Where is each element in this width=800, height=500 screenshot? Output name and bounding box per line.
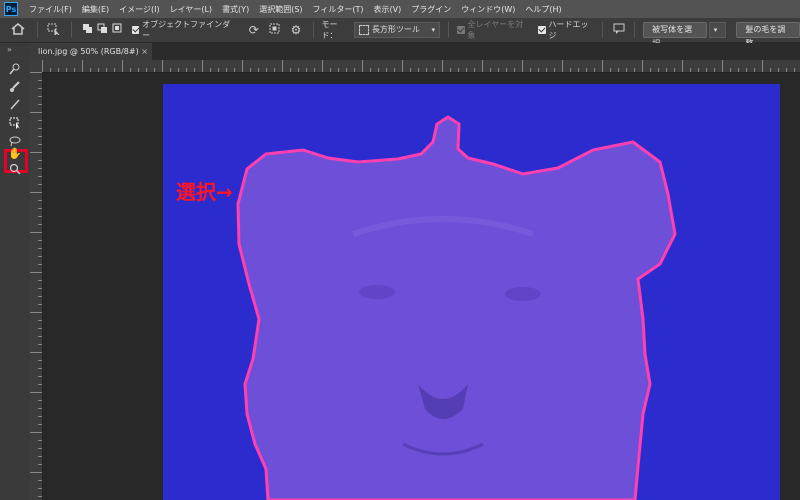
ruler-corner — [30, 60, 42, 72]
divider — [70, 22, 72, 38]
hard-edge-checkbox[interactable] — [537, 26, 546, 34]
zoom-icon[interactable] — [7, 163, 23, 177]
close-icon[interactable]: × — [141, 43, 148, 60]
selection-outline — [236, 115, 677, 500]
new-selection-icon[interactable] — [80, 23, 95, 37]
chevron-down-icon: ▾ — [713, 26, 718, 34]
menu-file[interactable]: ファイル(F) — [24, 4, 77, 15]
divider — [36, 22, 38, 38]
options-bar: オブジェクトファインダー ⟳ ⚙ モード： 長方形ツール ▾ 全レイヤーを対象 … — [0, 18, 800, 48]
collapse-panel-icon[interactable]: » — [7, 45, 12, 54]
select-subject-button[interactable]: 被写体を選択 — [643, 22, 707, 48]
gear-icon[interactable]: ⚙ — [287, 23, 304, 37]
sample-all-layers-label: 全レイヤーを対象 — [467, 20, 524, 40]
menu-view[interactable]: 表示(V) — [369, 4, 407, 15]
horizontal-ruler — [42, 60, 800, 73]
menu-help[interactable]: ヘルプ(H) — [520, 4, 566, 15]
object-finder-option[interactable]: オブジェクトファインダー — [131, 19, 234, 41]
chevron-down-icon: ▾ — [431, 26, 435, 34]
object-finder-checkbox[interactable] — [131, 26, 140, 34]
photoshop-logo: Ps — [4, 2, 18, 16]
divider — [447, 22, 449, 38]
mode-dropdown-value: 長方形ツール — [371, 25, 420, 34]
menu-type[interactable]: 書式(Y) — [217, 4, 254, 15]
menu-plugins[interactable]: プラグイン — [406, 4, 456, 15]
mode-label: モード： — [321, 20, 338, 40]
pencil-icon[interactable] — [7, 99, 23, 113]
menu-image[interactable]: イメージ(I) — [114, 4, 164, 15]
vertical-ruler — [30, 72, 43, 500]
object-selection-icon[interactable] — [7, 117, 23, 131]
add-to-selection-icon[interactable] — [95, 23, 110, 37]
lion-image[interactable] — [163, 84, 780, 500]
hand-icon[interactable]: ✋ — [7, 147, 23, 161]
menu-select[interactable]: 選択範囲(S) — [254, 4, 307, 15]
quick-selection-icon[interactable] — [7, 63, 23, 77]
sample-all-layers-checkbox[interactable] — [456, 26, 465, 34]
document-tab-title: lion.jpg @ 50% (RGB/8#) — [38, 47, 139, 56]
object-finder-label: オブジェクトファインダー — [142, 20, 231, 40]
tools-panel: » ✋ — [0, 43, 31, 500]
menu-filter[interactable]: フィルター(T) — [308, 4, 369, 15]
document-tab-bar: lion.jpg @ 50% (RGB/8#) × — [30, 43, 800, 60]
object-selection-tool-icon[interactable] — [46, 23, 63, 38]
menu-bar: Ps ファイル(F) 編集(E) イメージ(I) レイヤー(L) 書式(Y) 選… — [0, 0, 800, 18]
marquee-icon — [358, 25, 369, 35]
annotation-label: 選択→ — [176, 180, 233, 204]
sample-all-layers-option[interactable]: 全レイヤーを対象 — [456, 19, 528, 41]
refine-hair-button[interactable]: 髪の毛を調整 — [736, 22, 800, 48]
feedback-icon[interactable] — [611, 23, 626, 37]
menu-edit[interactable]: 編集(E) — [77, 4, 114, 15]
show-all-objects-icon[interactable] — [266, 23, 283, 37]
divider — [634, 22, 636, 38]
divider — [312, 22, 314, 38]
document-tab[interactable]: lion.jpg @ 50% (RGB/8#) × — [30, 43, 152, 60]
refresh-icon[interactable]: ⟳ — [245, 23, 262, 37]
hard-edge-option[interactable]: ハードエッジ — [537, 19, 594, 41]
menu-window[interactable]: ウィンドウ(W) — [456, 4, 520, 15]
mode-dropdown[interactable]: 長方形ツール ▾ — [353, 22, 440, 38]
brush-icon[interactable] — [7, 81, 23, 95]
home-icon[interactable] — [8, 22, 29, 38]
select-subject-dropdown[interactable]: ▾ — [708, 22, 727, 38]
subtract-from-selection-icon[interactable] — [110, 23, 125, 37]
divider — [602, 22, 603, 38]
menu-layer[interactable]: レイヤー(L) — [165, 4, 217, 15]
hard-edge-label: ハードエッジ — [548, 20, 589, 40]
